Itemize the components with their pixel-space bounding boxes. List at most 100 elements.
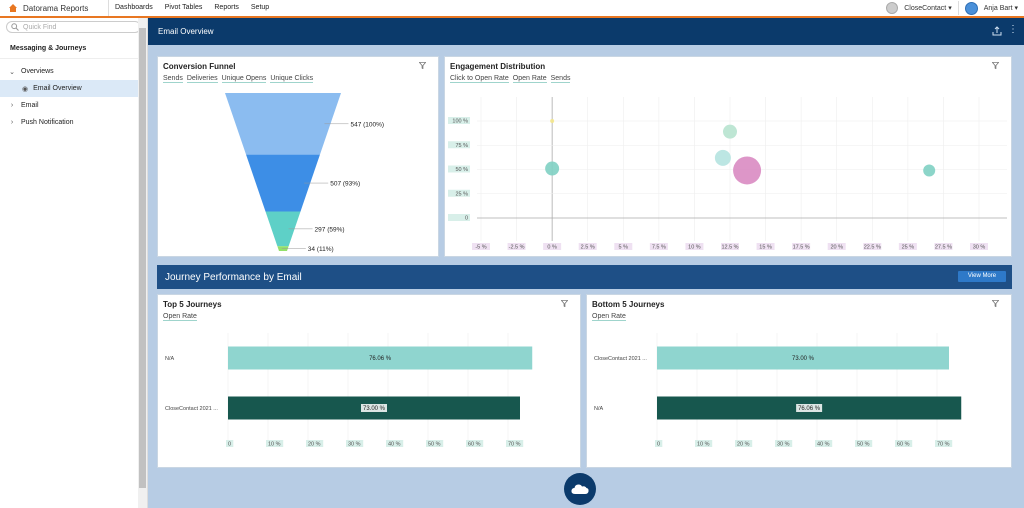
- tab-dashboards[interactable]: Dashboards: [108, 0, 159, 16]
- x-tick-label: 7.5 %: [652, 245, 666, 251]
- x-tick-label: 0: [228, 442, 231, 448]
- top-bar: Datorama Reports Dashboards Pivot Tables…: [0, 0, 1024, 18]
- x-tick-label: 30 %: [973, 245, 986, 251]
- sidebar-item-label: Push Notification: [21, 119, 74, 126]
- app-name: Datorama Reports: [23, 3, 89, 13]
- workspace-selector[interactable]: CloseContact ▾: [904, 4, 952, 12]
- x-tick-label: 20 %: [830, 245, 843, 251]
- app-brand[interactable]: Datorama Reports: [0, 0, 108, 16]
- bar-value-label: 73.00 %: [363, 406, 386, 412]
- x-tick-label: 25 %: [902, 245, 915, 251]
- category-label: CloseContact 2021 ...: [165, 406, 218, 412]
- x-tick-label: 17.5 %: [793, 245, 810, 251]
- conversion-funnel-card: Conversion Funnel Sends Deliveries Uniqu…: [157, 56, 439, 257]
- chevron-down-icon: ▾: [1014, 5, 1018, 12]
- search-icon: [11, 23, 19, 31]
- funnel-data-label: 507 (93%): [330, 181, 360, 188]
- main-nav: Dashboards Pivot Tables Reports Setup: [108, 0, 275, 16]
- sidebar: Quick Find Messaging & Journeys ⌄ Overvi…: [0, 18, 148, 508]
- sidebar-scrollbar-thumb[interactable]: [139, 28, 146, 488]
- page-title: Email Overview: [158, 27, 214, 36]
- x-tick-label: 50 %: [428, 442, 441, 448]
- bar-value-label: 76.06 %: [798, 406, 821, 412]
- engagement-distribution-card: Engagement Distribution Click to Open Ra…: [444, 56, 1012, 257]
- x-tick-label: 60 %: [468, 442, 481, 448]
- scatter-point: [714, 149, 731, 166]
- x-tick-label: 10 %: [697, 442, 710, 448]
- bottom5-bar-chart: 0 10 % 20 % 30 % 40 % 50 % 60 % 70 % CloseContac…: [594, 333, 962, 448]
- user-name: Anja Bart: [983, 5, 1013, 12]
- x-tick-label: 10 %: [688, 245, 701, 251]
- y-tick-label: 25 %: [455, 191, 468, 197]
- tab-pivot-tables[interactable]: Pivot Tables: [159, 0, 209, 16]
- sidebar-item-label: Email: [21, 102, 39, 109]
- funnel-data-label: 297 (59%): [315, 226, 345, 233]
- top-5-journeys-card: Top 5 Journeys Open Rate 0 10 % 20 % 30 % 40…: [157, 294, 581, 468]
- y-tick-label: 100 %: [452, 119, 468, 125]
- x-tick-label: 30 %: [777, 442, 790, 448]
- scatter-point: [923, 164, 936, 177]
- sidebar-item-email-overview[interactable]: ◉ Email Overview: [0, 80, 147, 97]
- x-tick-label: 20 %: [308, 442, 321, 448]
- y-tick-label: 50 %: [455, 167, 468, 173]
- x-tick-label: -5 %: [475, 245, 486, 251]
- x-tick-label: 70 %: [508, 442, 521, 448]
- x-tick-label: 50 %: [857, 442, 870, 448]
- funnel-chart: 547 (100%) 507 (93%) 297 (59%) 34 (11%): [225, 93, 384, 253]
- x-tick-label: 27.5 %: [935, 245, 952, 251]
- x-tick-label: 12.5 %: [721, 245, 738, 251]
- x-tick-label: -2.5 %: [509, 245, 525, 251]
- dashboard-canvas: Email Overview ⋮ Conversion Funnel Sends…: [148, 18, 1024, 508]
- share-icon[interactable]: [992, 26, 1002, 36]
- sidebar-item-email[interactable]: › Email: [0, 97, 147, 114]
- sidebar-item-label: Email Overview: [33, 85, 82, 92]
- salesforce-logo: [564, 473, 596, 505]
- tab-reports[interactable]: Reports: [208, 0, 245, 16]
- category-label: CloseContact 2021 ...: [594, 356, 647, 362]
- user-menu[interactable]: Anja Bart ▾: [984, 4, 1018, 12]
- x-tick-label: 20 %: [737, 442, 750, 448]
- x-tick-label: 2.5 %: [581, 245, 595, 251]
- x-tick-label: 15 %: [759, 245, 772, 251]
- x-tick-label: 30 %: [348, 442, 361, 448]
- funnel-data-label: 34 (11%): [308, 246, 334, 253]
- home-icon: [9, 4, 17, 12]
- x-tick-label: 40 %: [817, 442, 830, 448]
- x-tick-label: 60 %: [897, 442, 910, 448]
- sidebar-item-push-notification[interactable]: › Push Notification: [0, 114, 147, 131]
- sidebar-title: Messaging & Journeys: [0, 36, 147, 59]
- chevron-right-icon: ›: [10, 119, 14, 126]
- journey-performance-banner: Journey Performance by Email View More: [157, 265, 1012, 289]
- view-more-button[interactable]: View More: [958, 271, 1006, 282]
- scatter-point: [723, 124, 737, 139]
- top5-bar-chart: 0 10 % 20 % 30 % 40 % 50 % 60 % 70 % N/A 76.06 % C…: [165, 333, 533, 448]
- more-options-icon[interactable]: ⋮: [1008, 24, 1018, 35]
- page-header: Email Overview ⋮: [148, 18, 1024, 45]
- scatter-point: [550, 119, 555, 123]
- x-tick-label: 0 %: [547, 245, 557, 251]
- dashboard-icon: ◉: [22, 85, 29, 93]
- tab-setup[interactable]: Setup: [245, 0, 275, 16]
- x-tick-label: 22.5 %: [864, 245, 881, 251]
- banner-title: Journey Performance by Email: [165, 271, 302, 283]
- y-tick-label: 0: [465, 216, 468, 222]
- bottom-5-journeys-card: Bottom 5 Journeys Open Rate 0 10 % 20 % 30 …: [586, 294, 1012, 468]
- x-tick-label: 40 %: [388, 442, 401, 448]
- chevron-down-icon: ⌄: [9, 68, 15, 76]
- scatter-chart: -5 % -2.5 % 0 % 2.5 % 5 % 7.5 % 10 % 12.5 % 15 %…: [448, 97, 1007, 251]
- quick-find-input[interactable]: Quick Find: [6, 21, 141, 33]
- scatter-point: [733, 156, 762, 185]
- chevron-right-icon: ›: [10, 102, 14, 109]
- x-tick-label: 10 %: [268, 442, 281, 448]
- funnel-stage: [225, 93, 341, 155]
- quick-find-placeholder: Quick Find: [23, 23, 57, 31]
- bar-value-label: 73.00 %: [792, 356, 815, 362]
- sidebar-item-label: Overviews: [21, 68, 54, 75]
- account-area: CloseContact ▾ Anja Bart ▾: [886, 0, 1024, 16]
- x-tick-label: 70 %: [937, 442, 950, 448]
- sidebar-item-overviews[interactable]: ⌄ Overviews: [0, 63, 147, 80]
- category-label: N/A: [594, 406, 604, 412]
- y-tick-label: 75 %: [455, 143, 468, 149]
- divider: [957, 1, 959, 15]
- user-avatar[interactable]: [964, 1, 978, 15]
